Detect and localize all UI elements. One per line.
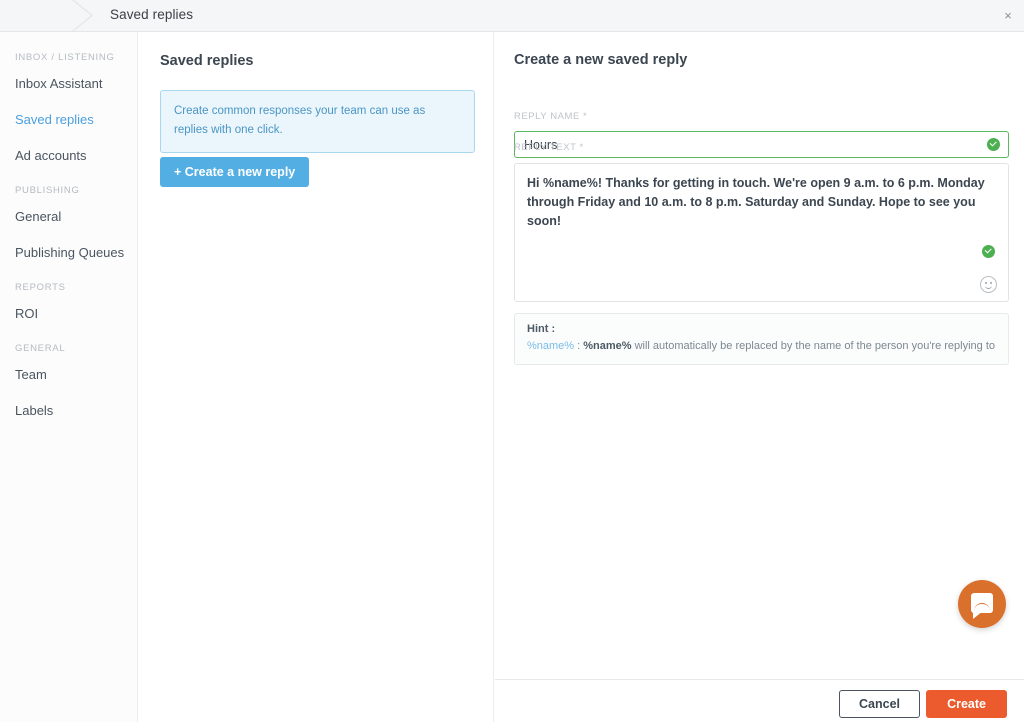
sidebar-group-label-general: GENERAL (0, 343, 137, 354)
intercom-chat-bubble-icon[interactable] (958, 580, 1006, 628)
sidebar-group-label-reports: REPORTS (0, 282, 137, 293)
sidebar-item-ad-accounts[interactable]: Ad accounts (0, 149, 137, 163)
form-footer: Cancel Create (495, 679, 1024, 722)
reply-text-input[interactable] (514, 163, 1009, 302)
hint-line: %name% : %name% will automatically be re… (527, 339, 996, 354)
sidebar-item-roi[interactable]: ROI (0, 307, 137, 321)
check-circle-icon (987, 138, 1000, 151)
info-callout: Create common responses your team can us… (160, 90, 475, 153)
sidebar-item-publishing-queues[interactable]: Publishing Queues (0, 246, 137, 260)
hint-separator: : (574, 340, 583, 352)
breadcrumb-chevron-icon (66, 0, 100, 31)
sidebar-item-inbox-assistant[interactable]: Inbox Assistant (0, 77, 137, 91)
hint-title: Hint : (527, 323, 996, 335)
sidebar-item-team[interactable]: Team (0, 368, 137, 382)
hint-token-strong: %name% (583, 340, 631, 352)
sidebar-item-labels[interactable]: Labels (0, 404, 137, 418)
reply-text-field-wrap (514, 163, 1009, 302)
saved-replies-list-panel: Saved replies Create common responses yo… (139, 32, 494, 722)
sidebar-group-label-publishing: PUBLISHING (0, 185, 137, 196)
sidebar-item-saved-replies[interactable]: Saved replies (0, 113, 137, 127)
hint-text: will automatically be replaced by the na… (632, 340, 995, 352)
reply-name-input[interactable] (514, 131, 1009, 158)
reply-text-label: REPLY TEXT * (514, 142, 584, 153)
app-window: Saved replies × INBOX / LISTENING Inbox … (0, 0, 1024, 722)
sidebar-group-label-inbox: INBOX / LISTENING (0, 52, 137, 63)
sidebar: INBOX / LISTENING Inbox Assistant Saved … (0, 32, 138, 722)
title-bar: Saved replies × (0, 0, 1024, 32)
form-panel-title: Create a new saved reply (514, 52, 687, 68)
create-reply-form-panel: Create a new saved reply REPLY NAME * RE… (495, 32, 1024, 722)
sidebar-item-general[interactable]: General (0, 210, 137, 224)
hint-token: %name% (527, 340, 574, 352)
cancel-button[interactable]: Cancel (839, 690, 920, 718)
reply-name-field-wrap (514, 131, 1009, 158)
close-icon[interactable]: × (998, 6, 1018, 26)
page-title: Saved replies (110, 7, 193, 22)
create-button[interactable]: Create (926, 690, 1007, 718)
create-new-reply-button[interactable]: + Create a new reply (160, 157, 309, 187)
list-panel-title: Saved replies (160, 53, 254, 69)
hint-box: Hint : %name% : %name% will automaticall… (514, 313, 1009, 365)
check-circle-icon (982, 245, 995, 258)
emoji-smiley-icon[interactable] (980, 276, 997, 293)
body-area: INBOX / LISTENING Inbox Assistant Saved … (0, 32, 1024, 722)
reply-name-label: REPLY NAME * (514, 111, 587, 122)
